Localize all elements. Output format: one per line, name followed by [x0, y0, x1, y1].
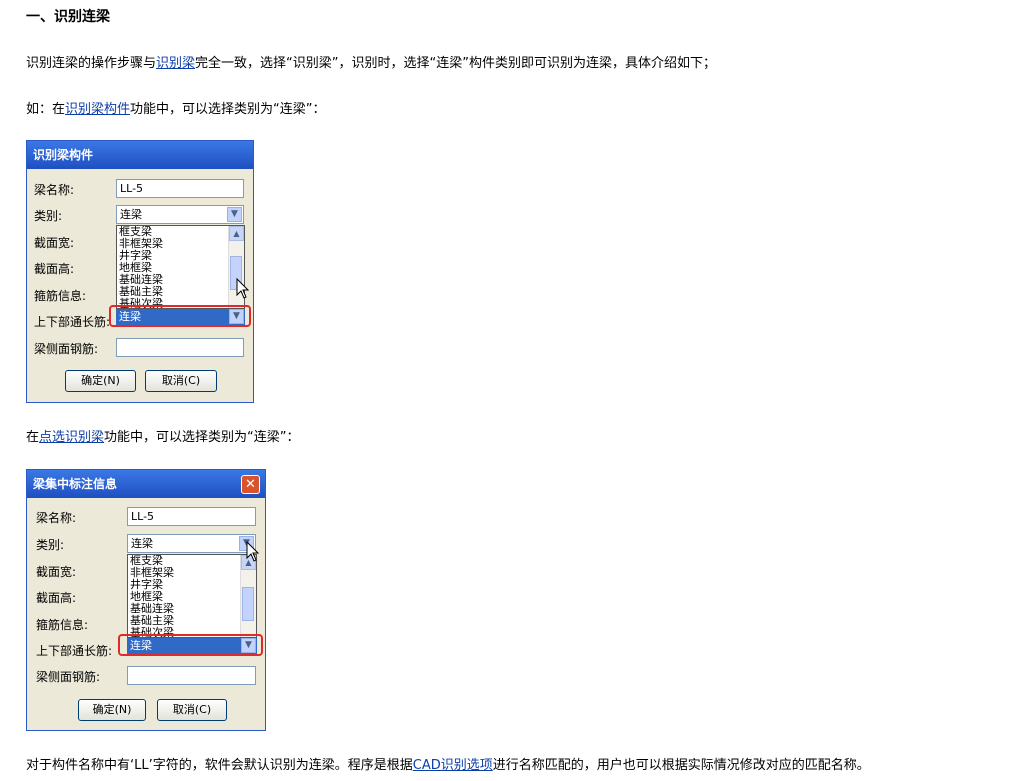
label-category: 类别:	[36, 538, 65, 552]
cancel-button[interactable]: 取消(C)	[157, 699, 227, 721]
label-section-height: 截面高:	[34, 262, 75, 276]
close-icon[interactable]: ✕	[241, 475, 260, 494]
example-paragraph-2: 在点选识别梁功能中，可以选择类别为“连梁”：	[26, 426, 300, 445]
text-span: 在	[26, 430, 40, 445]
dialog-title-bar: 识别梁构件	[27, 141, 253, 169]
label-top-bottom-rebar: 上下部通长筋:	[34, 315, 111, 329]
text-span: 完全一致，选择“识别梁”，识别时，选择“连梁”构件类别即可识别为连梁，具体介绍如…	[195, 56, 716, 71]
category-dropdown-list[interactable]: 框支梁 非框架梁 井字梁 地框梁 基础连梁 基础主梁 基础次梁 ▲	[127, 554, 257, 638]
link-point-identify-beam[interactable]: 点选识别梁	[39, 430, 104, 445]
conclusion-paragraph: 对于构件名称中有‘LL’字符的，软件会默认识别为连梁。程序是根据CAD识别选项进…	[26, 754, 870, 773]
dialog-title-bar: 梁集中标注信息 ✕	[27, 470, 265, 498]
identify-beam-component-dialog: 识别梁构件 梁名称: 类别: 截面宽: 截面高: 箍筋信息: 上下部通长筋: 梁…	[26, 140, 254, 403]
text-span: 如：在	[26, 102, 66, 117]
link-identify-beam-component[interactable]: 识别梁构件	[65, 102, 130, 117]
beam-name-input[interactable]: LL-5	[116, 179, 244, 198]
text-span: 识别连梁的操作步骤与	[26, 56, 157, 71]
link-cad-identify-options[interactable]: CAD识别选项	[413, 758, 493, 773]
mouse-cursor-icon	[246, 540, 260, 562]
ok-button[interactable]: 确定(N)	[78, 699, 146, 721]
category-select[interactable]: 连梁 ▼	[127, 534, 256, 553]
text-span: 功能中，可以选择类别为“连梁”：	[104, 430, 300, 445]
side-rebar-input[interactable]	[127, 666, 256, 685]
label-section-width: 截面宽:	[34, 236, 75, 250]
scroll-up-icon[interactable]: ▲	[229, 226, 244, 241]
text-span: 对于构件名称中有‘LL’字符的，软件会默认识别为连梁。程序是根据	[26, 758, 413, 773]
mouse-cursor-icon	[236, 277, 250, 299]
label-stirrup-info: 箍筋信息:	[34, 289, 87, 303]
chevron-down-icon[interactable]: ▼	[227, 207, 242, 222]
highlight-box	[109, 305, 251, 327]
label-category: 类别:	[34, 209, 63, 223]
beam-annotation-info-dialog: 梁集中标注信息 ✕ 梁名称: 类别: 截面宽: 截面高: 箍筋信息: 上下部通长…	[26, 469, 266, 731]
beam-name-input[interactable]: LL-5	[127, 507, 256, 526]
highlight-box	[118, 634, 263, 656]
label-side-rebar: 梁侧面钢筋:	[36, 670, 101, 684]
label-beam-name: 梁名称:	[34, 183, 75, 197]
label-beam-name: 梁名称:	[36, 511, 77, 525]
cancel-button[interactable]: 取消(C)	[145, 370, 217, 392]
category-select[interactable]: 连梁 ▼	[116, 205, 244, 224]
ok-button[interactable]: 确定(N)	[65, 370, 136, 392]
text-span: 功能中，可以选择类别为“连梁”：	[130, 102, 326, 117]
label-side-rebar: 梁侧面钢筋:	[34, 342, 99, 356]
label-stirrup-info: 箍筋信息:	[36, 618, 89, 632]
text-span: 进行名称匹配的，用户也可以根据实际情况修改对应的匹配名称。	[492, 758, 870, 773]
dialog-title: 识别梁构件	[33, 148, 94, 162]
scrollbar[interactable]: ▲	[240, 555, 256, 637]
category-select-value: 连梁	[131, 537, 153, 550]
link-identify-beam[interactable]: 识别梁	[156, 56, 195, 71]
dialog-title: 梁集中标注信息	[33, 477, 118, 491]
scroll-thumb[interactable]	[242, 587, 254, 621]
category-select-value: 连梁	[120, 208, 142, 221]
label-section-height: 截面高:	[36, 591, 77, 605]
intro-paragraph: 识别连梁的操作步骤与识别梁完全一致，选择“识别梁”，识别时，选择“连梁”构件类别…	[26, 52, 716, 71]
label-section-width: 截面宽:	[36, 565, 77, 579]
label-top-bottom-rebar: 上下部通长筋:	[36, 644, 113, 658]
category-dropdown-list[interactable]: 框支梁 非框架梁 井字梁 地框梁 基础连梁 基础主梁 基础次梁 ▲	[116, 225, 245, 309]
section-heading: 一、识别连梁	[26, 9, 110, 25]
example-paragraph-1: 如：在识别梁构件功能中，可以选择类别为“连梁”：	[26, 98, 326, 117]
side-rebar-input[interactable]	[116, 338, 244, 357]
